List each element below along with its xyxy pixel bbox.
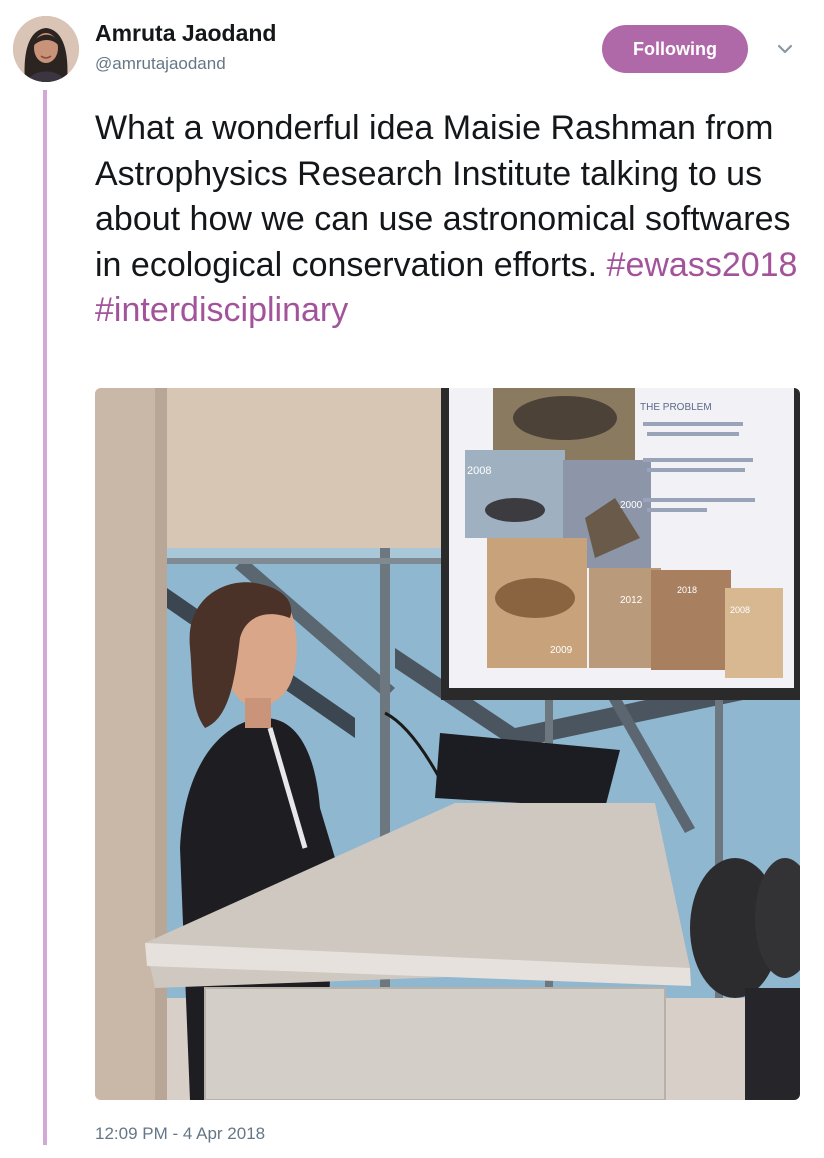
slide-year-5: 2008	[730, 605, 750, 615]
slide-year-4: 2018	[677, 585, 697, 595]
tweet-photo[interactable]: THE PROBLEM 2008 2000 2012 2018 2008 200…	[95, 388, 800, 1100]
author-name[interactable]: Amruta Jaodand	[95, 20, 276, 47]
slide-title: THE PROBLEM	[640, 402, 712, 413]
author-avatar[interactable]	[13, 16, 79, 82]
tweet-timestamp[interactable]: 12:09 PM - 4 Apr 2018	[95, 1124, 265, 1144]
hashtag-ewass2018[interactable]: #ewass2018	[607, 246, 798, 284]
tweet-text: What a wonderful idea Maisie Rashman fro…	[95, 106, 805, 334]
hashtag-interdisciplinary[interactable]: #interdisciplinary	[95, 291, 348, 329]
author-handle[interactable]: @amrutajaodand	[95, 54, 226, 74]
slide-year-2: 2000	[620, 500, 643, 511]
slide-year-1: 2008	[467, 465, 491, 477]
thread-line	[43, 90, 47, 1145]
slide-year-3: 2012	[620, 595, 643, 606]
avatar-portrait-icon	[13, 16, 79, 82]
following-button[interactable]: Following	[602, 25, 748, 73]
presentation-photo: THE PROBLEM 2008 2000 2012 2018 2008 200…	[95, 388, 800, 1100]
slide-year-6: 2009	[550, 645, 573, 656]
chevron-down-icon[interactable]	[772, 36, 798, 62]
